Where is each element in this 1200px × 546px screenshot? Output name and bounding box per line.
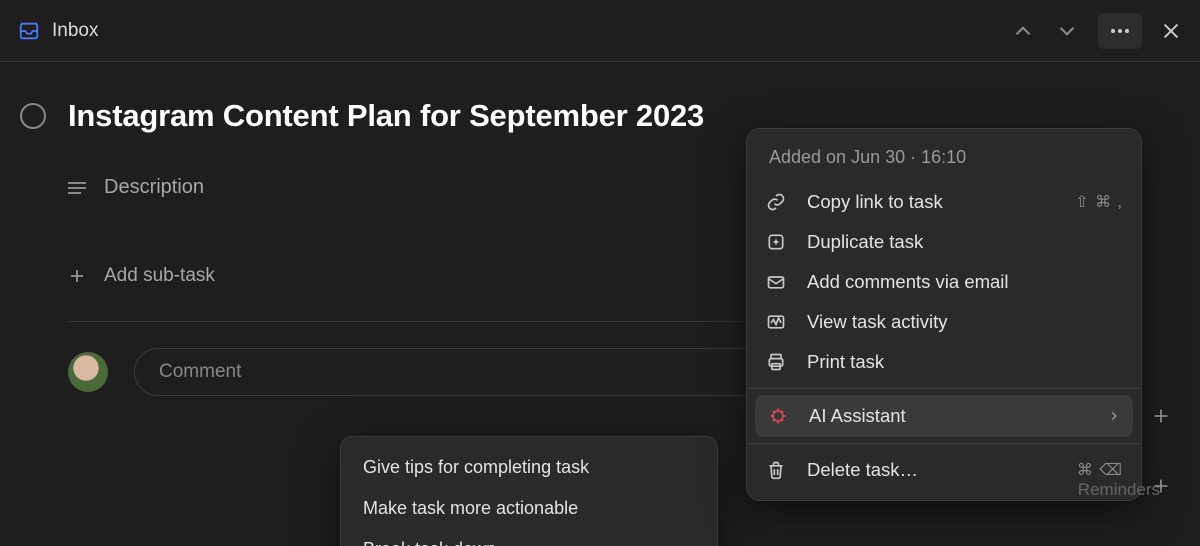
menu-item-print[interactable]: Print task xyxy=(747,342,1141,382)
menu-label: Duplicate task xyxy=(807,231,1123,253)
chevron-down-icon[interactable] xyxy=(1054,18,1080,44)
menu-item-copy-link[interactable]: Copy link to task ⇧ ⌘ , xyxy=(747,182,1141,222)
comment-input[interactable]: Comment xyxy=(134,348,774,396)
menu-label: Add comments via email xyxy=(807,271,1123,293)
trash-icon xyxy=(765,459,787,481)
top-bar: Inbox xyxy=(0,0,1200,62)
ai-item-actionable[interactable]: Make task more actionable xyxy=(341,488,717,529)
menu-separator xyxy=(747,443,1141,444)
inbox-label: Inbox xyxy=(52,20,98,42)
avatar xyxy=(68,352,108,392)
ai-item-breakdown[interactable]: Break task down xyxy=(341,529,717,546)
menu-item-view-activity[interactable]: View task activity xyxy=(747,302,1141,342)
menu-label: Copy link to task xyxy=(807,191,1055,213)
menu-shortcut: ⌘ ⌫ xyxy=(1077,460,1123,480)
menu-item-ai-assistant[interactable]: AI Assistant xyxy=(755,395,1133,437)
topbar-actions xyxy=(1010,13,1182,49)
menu-item-duplicate[interactable]: Duplicate task xyxy=(747,222,1141,262)
ai-item-tips[interactable]: Give tips for completing task xyxy=(341,447,717,488)
menu-shortcut: ⇧ ⌘ , xyxy=(1075,192,1123,212)
menu-separator xyxy=(747,388,1141,389)
complete-checkbox[interactable] xyxy=(20,103,46,129)
plus-icon xyxy=(68,267,86,285)
link-icon xyxy=(765,191,787,213)
menu-label: View task activity xyxy=(807,311,1123,333)
side-add-button-2[interactable] xyxy=(1150,475,1172,497)
menu-label: Delete task… xyxy=(807,459,1057,481)
more-horizontal-icon xyxy=(1110,28,1130,34)
mail-icon xyxy=(765,271,787,293)
description-icon xyxy=(68,182,86,194)
chevron-right-icon xyxy=(1107,409,1121,423)
description-label: Description xyxy=(104,176,204,199)
ai-assistant-submenu: Give tips for completing task Make task … xyxy=(340,436,718,546)
menu-item-add-comments-email[interactable]: Add comments via email xyxy=(747,262,1141,302)
close-icon[interactable] xyxy=(1160,20,1182,42)
task-title[interactable]: Instagram Content Plan for September 202… xyxy=(68,98,704,134)
sidebar-reminders-label: Reminders xyxy=(1078,480,1160,500)
chevron-up-icon[interactable] xyxy=(1010,18,1036,44)
ai-sparkle-icon xyxy=(767,405,789,427)
task-detail-pane: Instagram Content Plan for September 202… xyxy=(0,62,1200,396)
context-menu-added-on: Added on Jun 30 · 16:10 xyxy=(747,129,1141,182)
task-context-menu: Added on Jun 30 · 16:10 Copy link to tas… xyxy=(746,128,1142,501)
side-add-button-1[interactable] xyxy=(1150,405,1172,427)
activity-icon xyxy=(765,311,787,333)
add-subtask-label: Add sub-task xyxy=(104,265,215,287)
menu-label: Print task xyxy=(807,351,1123,373)
print-icon xyxy=(765,351,787,373)
comment-placeholder: Comment xyxy=(159,361,241,383)
duplicate-icon xyxy=(765,231,787,253)
menu-label: AI Assistant xyxy=(809,405,1087,427)
inbox-icon xyxy=(18,20,40,42)
more-options-button[interactable] xyxy=(1098,13,1142,49)
breadcrumb: Inbox xyxy=(18,20,98,42)
